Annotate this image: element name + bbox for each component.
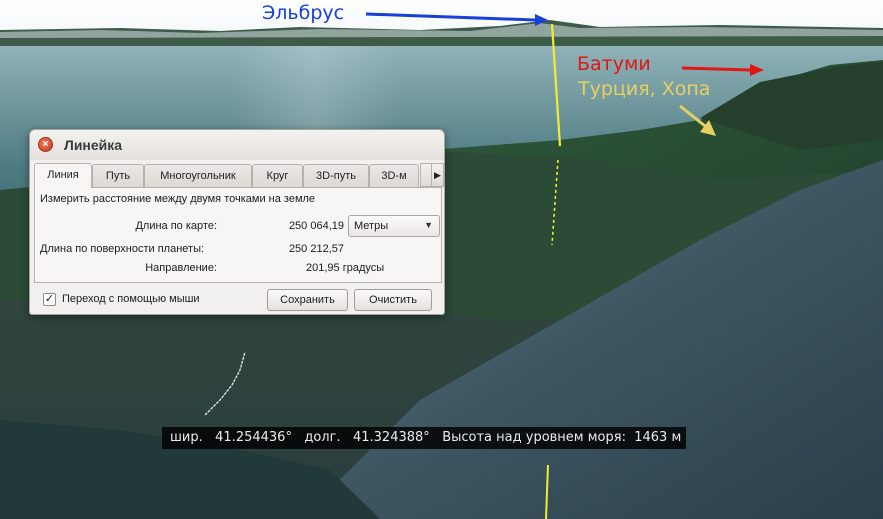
save-button[interactable]: Сохранить — [267, 289, 348, 311]
surface-length-label: Длина по поверхности планеты: — [40, 243, 205, 255]
unit-select[interactable]: Метры ▼ — [348, 215, 440, 237]
latitude-value: 41.254436° — [215, 430, 292, 445]
direction-value: 201,95 градусы — [306, 262, 385, 274]
unit-selected: Метры — [354, 220, 389, 232]
ruler-dialog: × Линейка Линия Путь Многоугольник Круг … — [29, 129, 445, 315]
coordinates-status-bar: шир. 41.254436° долг. 41.324388° Высота … — [162, 427, 686, 449]
description: Измерить расстояние между двумя точками … — [40, 193, 316, 205]
tab-3d-polygon[interactable]: 3D-м — [369, 164, 419, 187]
clear-button[interactable]: Очистить — [354, 289, 432, 311]
map-length-label: Длина по карте: — [135, 220, 217, 232]
dialog-title: Линейка — [64, 137, 123, 153]
altitude-value: 1463 м — [634, 430, 682, 445]
chevron-right-icon[interactable]: ▶ — [431, 163, 444, 187]
turkey-hopa-annotation: Турция, Хопа — [578, 78, 711, 100]
tab-circle[interactable]: Круг — [252, 164, 303, 187]
mouse-nav-label[interactable]: Переход с помощью мыши — [62, 293, 200, 305]
tab-bar: Линия Путь Многоугольник Круг 3D-путь 3D… — [34, 163, 444, 188]
direction-label: Направление: — [145, 262, 217, 274]
close-icon[interactable]: × — [38, 137, 53, 152]
latitude-label: шир. — [170, 430, 203, 445]
altitude-label: Высота над уровнем моря: — [442, 430, 626, 445]
tab-polygon[interactable]: Многоугольник — [144, 164, 252, 187]
elbrus-annotation: Эльбрус — [262, 2, 345, 24]
surface-length-value: 250 212,57 — [288, 243, 344, 255]
longitude-label: долг. — [304, 430, 341, 445]
chevron-down-icon: ▼ — [424, 220, 433, 230]
tab-3d-path[interactable]: 3D-путь — [303, 164, 369, 187]
tab-panel-line: Измерить расстояние между двумя точками … — [34, 187, 442, 283]
map-length-value: 250 064,19 — [288, 220, 344, 232]
mouse-nav-checkbox[interactable]: ✓ — [43, 293, 56, 306]
dialog-titlebar[interactable]: × Линейка — [30, 130, 444, 160]
tab-path[interactable]: Путь — [92, 164, 144, 187]
tab-line[interactable]: Линия — [34, 163, 92, 188]
batumi-annotation: Батуми — [577, 53, 651, 75]
longitude-value: 41.324388° — [352, 430, 430, 445]
